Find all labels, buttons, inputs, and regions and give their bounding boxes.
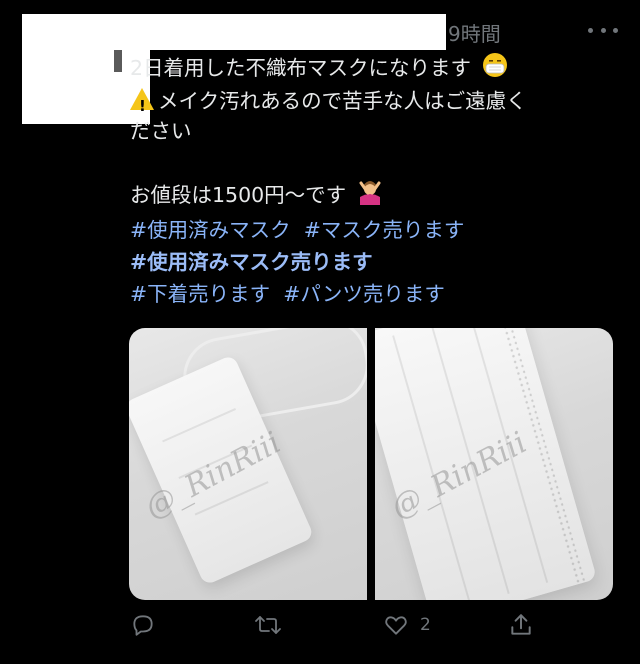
photo-left[interactable]: @_RinRiii	[129, 328, 367, 600]
reply-button[interactable]	[130, 612, 156, 638]
avatar-edge	[114, 50, 122, 72]
mask-face-emoji	[482, 52, 508, 86]
more-icon[interactable]	[588, 20, 618, 40]
redacted-username	[110, 14, 446, 50]
hashtag-row-2: #使用済みマスク売ります	[130, 247, 630, 277]
tweet-card: 9時間 2日着用した不織布マスクになります メイク汚れあるので苦手な人はご遠慮く	[0, 0, 640, 664]
share-icon	[508, 612, 534, 638]
tweet-line-4: お値段は1500円〜です	[130, 179, 630, 213]
tweet-line-1: 2日着用した不織布マスクになります	[130, 52, 630, 86]
hashtag-used-mask-for-sale[interactable]: #使用済みマスク売ります	[130, 250, 373, 274]
hashtag-underwear-for-sale[interactable]: #下着売ります	[130, 282, 270, 306]
tweet-line-1-text: 2日着用した不織布マスクになります	[130, 56, 472, 80]
hashtag-used-mask[interactable]: #使用済みマスク	[130, 218, 291, 242]
no-gesture-emoji	[357, 179, 383, 213]
tweet-line-3-text: ださい	[130, 119, 192, 143]
tweet-actions: 2	[130, 612, 550, 648]
media-grid: @_RinRiii @_RinRiii	[129, 328, 613, 600]
retweet-icon	[254, 612, 282, 638]
tweet-text: 2日着用した不織布マスクになります メイク汚れあるので苦手な人はご遠慮く ださい…	[130, 52, 630, 309]
share-button[interactable]	[508, 612, 534, 638]
tweet-line-2: メイク汚れあるので苦手な人はご遠慮く	[130, 86, 630, 121]
tweet-line-2-text: メイク汚れあるので苦手な人はご遠慮く	[158, 89, 527, 113]
like-count: 2	[420, 615, 431, 635]
heart-icon	[382, 612, 410, 638]
hashtag-row-1: #使用済みマスク #マスク売ります	[130, 215, 630, 245]
retweet-button[interactable]	[254, 612, 282, 638]
hashtag-mask-for-sale[interactable]: #マスク売ります	[304, 218, 465, 242]
hashtag-row-3: #下着売ります #パンツ売ります	[130, 279, 630, 309]
hashtag-panties-for-sale[interactable]: #パンツ売ります	[283, 282, 445, 306]
tweet-line-3: ださい	[130, 116, 630, 146]
like-button[interactable]: 2	[382, 612, 431, 638]
warning-emoji	[130, 88, 154, 121]
reply-icon	[130, 612, 156, 638]
tweet-line-4-text: お値段は1500円〜です	[130, 183, 347, 207]
tweet-timestamp[interactable]: 9時間	[448, 18, 501, 47]
photo-right[interactable]: @_RinRiii	[375, 328, 613, 600]
